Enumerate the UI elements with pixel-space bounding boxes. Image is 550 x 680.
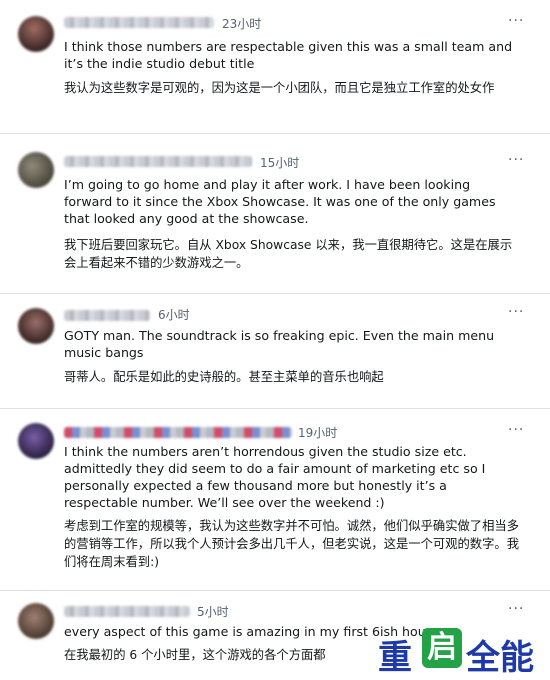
post-text-zh: 我认为这些数字是可观的，因为这是一个小团队，而且它是独立工作室的处女作 xyxy=(64,81,495,95)
post-1[interactable]: 23小时 ··· I think those numbers are respe… xyxy=(0,0,550,128)
post-3[interactable]: 6小时 ··· GOTY man. The soundtrack is so f… xyxy=(0,294,550,402)
post-4[interactable]: 19小时 ··· I think the numbers aren’t horr… xyxy=(0,409,550,591)
username-blurred[interactable] xyxy=(64,17,214,28)
watermark-char-3: 全能 xyxy=(466,638,534,678)
avatar[interactable] xyxy=(18,152,54,188)
more-icon[interactable]: ··· xyxy=(508,152,524,168)
username-blurred[interactable] xyxy=(64,156,252,167)
post-timestamp: 15小时 xyxy=(260,156,300,170)
post-text-en: I’m going to go home and play it after w… xyxy=(64,177,496,226)
watermark-char-2: 启 xyxy=(422,628,462,668)
more-icon[interactable]: ··· xyxy=(508,601,524,617)
username-blurred[interactable] xyxy=(64,606,190,617)
avatar[interactable] xyxy=(18,308,54,344)
post-text-en: I think those numbers are respectable gi… xyxy=(64,39,513,71)
post-text-en: I think the numbers aren’t horrendous gi… xyxy=(64,444,486,510)
post-text-zh: 考虑到工作室的规模等，我认为这些数字并不可怕。诚然，他们似乎确实做了相当多的营销… xyxy=(64,519,519,569)
post-timestamp: 6小时 xyxy=(158,308,190,322)
post-timestamp: 19小时 xyxy=(298,426,338,440)
post-text-zh: 哥蒂人。配乐是如此的史诗般的。甚至主菜单的音乐也响起 xyxy=(64,370,384,384)
post-text-en: GOTY man. The soundtrack is so freaking … xyxy=(64,328,495,360)
username-blurred[interactable] xyxy=(64,310,150,321)
more-icon[interactable]: ··· xyxy=(508,422,524,438)
watermark-char-1: 重 xyxy=(378,638,412,678)
avatar[interactable] xyxy=(18,16,54,52)
post-timestamp: 23小时 xyxy=(222,17,262,31)
post-timestamp: 5小时 xyxy=(197,605,229,619)
username-blurred[interactable] xyxy=(64,427,292,438)
more-icon[interactable]: ··· xyxy=(508,13,524,29)
avatar[interactable] xyxy=(18,423,54,459)
watermark-logo: 重 启 全能 xyxy=(378,626,548,678)
avatar[interactable] xyxy=(18,603,54,639)
post-text-zh: 我下班后要回家玩它。自从 Xbox Showcase 以来，我一直很期待它。这是… xyxy=(64,238,513,270)
more-icon[interactable]: ··· xyxy=(508,304,524,320)
post-2[interactable]: 15小时 ··· I’m going to go home and play i… xyxy=(0,134,550,284)
